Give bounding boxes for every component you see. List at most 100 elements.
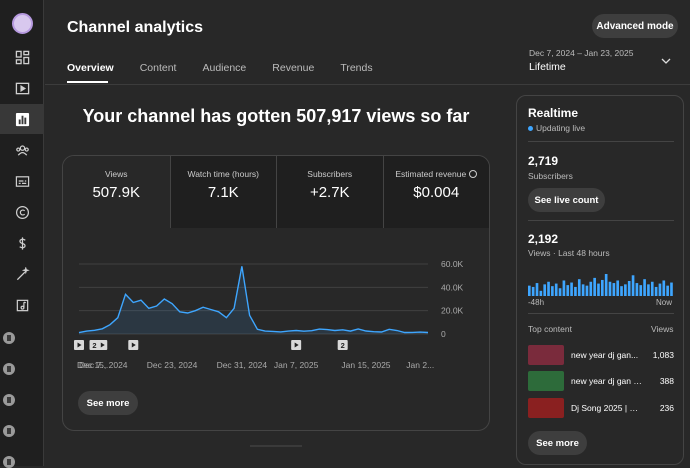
realtime-bar[interactable]: [562, 280, 566, 296]
realtime-bar[interactable]: [535, 283, 539, 296]
realtime-bar[interactable]: [566, 285, 570, 296]
video-title[interactable]: new year dj gan 2...: [571, 376, 644, 386]
realtime-bar[interactable]: [624, 284, 627, 296]
metric-views[interactable]: Views 507.9K: [63, 156, 170, 228]
realtime-bar[interactable]: [658, 283, 662, 296]
realtime-bar[interactable]: [581, 284, 585, 296]
realtime-bar[interactable]: [577, 279, 581, 296]
x-tick-label: Jan 2...: [406, 360, 434, 370]
left-sidebar: [0, 0, 44, 468]
metric-watch-time[interactable]: Watch time (hours) 7.1K: [169, 156, 276, 228]
video-thumbnail[interactable]: [528, 371, 564, 391]
see-live-count-button[interactable]: See live count: [528, 188, 605, 212]
realtime-bar[interactable]: [604, 274, 608, 296]
views-line-chart[interactable]: 60.0K40.0K20.0K02 2Dec 7...Dec 15, 2024 De…: [63, 246, 490, 376]
realtime-bar[interactable]: [554, 283, 558, 296]
subscribers-count: 2,719: [528, 154, 559, 168]
collapsed-channel-icon[interactable]: [3, 332, 15, 344]
collapsed-channel-icon[interactable]: [3, 425, 15, 437]
top-content-row[interactable]: new year dj gan... 1,083: [528, 345, 674, 365]
realtime-bar[interactable]: [627, 280, 631, 296]
metric-label: Estimated revenue: [395, 169, 467, 179]
realtime-bar[interactable]: [585, 285, 589, 296]
realtime-bar[interactable]: [647, 284, 650, 296]
video-title[interactable]: new year dj gan...: [571, 350, 644, 360]
top-content-label: Top content: [528, 324, 572, 334]
y-tick-label: 0: [441, 329, 446, 339]
realtime-bar[interactable]: [620, 286, 623, 296]
realtime-bar[interactable]: [635, 283, 639, 296]
realtime-bar[interactable]: [539, 290, 543, 296]
advanced-mode-button[interactable]: Advanced mode: [592, 14, 678, 38]
subscribers-label: Subscribers: [528, 171, 573, 181]
tab-overview[interactable]: Overview: [67, 62, 114, 82]
collapsed-channel-icon[interactable]: [3, 456, 15, 468]
audio-library-icon[interactable]: [0, 290, 44, 320]
metric-label: Views: [104, 169, 128, 179]
realtime-bar[interactable]: [570, 282, 573, 296]
video-thumbnail[interactable]: [528, 398, 564, 418]
analytics-tabs: Overview Content Audience Revenue Trends: [67, 62, 399, 82]
tab-content[interactable]: Content: [140, 62, 177, 82]
realtime-bar[interactable]: [616, 280, 620, 296]
top-content-row[interactable]: new year dj gan 2... 388: [528, 371, 674, 391]
realtime-bar[interactable]: [597, 283, 600, 296]
x-tick-label: Dec 31, 2024: [217, 360, 268, 370]
marker-count-label: 2: [92, 341, 96, 350]
realtime-bar[interactable]: [551, 286, 554, 296]
metric-tabs: Views 507.9K Watch time (hours) 7.1K Sub…: [63, 156, 489, 228]
tab-revenue[interactable]: Revenue: [272, 62, 314, 82]
metric-value: +2.7K: [309, 184, 350, 201]
metric-subscribers[interactable]: Subscribers +2.7K: [276, 156, 383, 228]
top-content-row[interactable]: Dj Song 2025 | Dj... 236: [528, 398, 674, 418]
tab-trends[interactable]: Trends: [340, 62, 372, 82]
video-views: 236: [659, 403, 674, 413]
live-dot-icon: [528, 126, 533, 131]
content-icon[interactable]: [0, 73, 44, 103]
realtime-bar[interactable]: [608, 281, 612, 296]
customization-icon[interactable]: [0, 259, 44, 289]
realtime-bar[interactable]: [574, 286, 577, 296]
realtime-see-more-button[interactable]: See more: [528, 431, 587, 455]
realtime-bar[interactable]: [670, 282, 673, 296]
collapsed-channel-icon[interactable]: [3, 363, 15, 375]
realtime-bar[interactable]: [643, 279, 646, 296]
collapsed-channel-icon[interactable]: [3, 394, 15, 406]
realtime-bar[interactable]: [593, 277, 596, 296]
clock-icon: [469, 170, 478, 178]
realtime-bar[interactable]: [528, 285, 531, 296]
realtime-bar[interactable]: [543, 284, 547, 296]
realtime-bar[interactable]: [601, 279, 604, 296]
metric-label: Subscribers: [307, 169, 353, 179]
spark-start-label: -48h: [528, 298, 545, 307]
video-title[interactable]: Dj Song 2025 | Dj...: [571, 403, 644, 413]
video-thumbnail[interactable]: [528, 345, 564, 365]
analytics-icon[interactable]: [0, 104, 44, 134]
y-tick-label: 60.0K: [441, 259, 464, 269]
channel-avatar[interactable]: [12, 13, 33, 34]
realtime-bar[interactable]: [639, 285, 643, 296]
realtime-bar[interactable]: [558, 288, 562, 296]
realtime-card: Realtime Updating live 2,719 Subscribers…: [516, 95, 684, 465]
tab-audience[interactable]: Audience: [202, 62, 246, 82]
realtime-bar[interactable]: [654, 286, 658, 296]
realtime-bar[interactable]: [650, 281, 654, 296]
realtime-bar[interactable]: [662, 280, 666, 296]
copyright-icon[interactable]: [0, 197, 44, 227]
video-views: 1,083: [652, 350, 674, 360]
realtime-bar[interactable]: [589, 281, 593, 296]
realtime-views-count: 2,192: [528, 232, 559, 246]
community-icon[interactable]: [0, 135, 44, 165]
realtime-bar[interactable]: [531, 286, 535, 296]
realtime-views-bar-chart[interactable]: [528, 272, 674, 296]
metric-revenue[interactable]: Estimated revenue $0.004: [382, 156, 489, 228]
realtime-bar[interactable]: [547, 281, 550, 296]
x-tick-label: Jan 15, 2025: [341, 360, 390, 370]
subtitles-icon[interactable]: [0, 166, 44, 196]
realtime-bar[interactable]: [631, 275, 635, 296]
earn-icon[interactable]: [0, 228, 44, 258]
realtime-bar[interactable]: [612, 283, 616, 296]
realtime-bar[interactable]: [666, 285, 669, 296]
see-more-button[interactable]: See more: [78, 391, 138, 415]
dashboard-icon[interactable]: [0, 42, 44, 72]
